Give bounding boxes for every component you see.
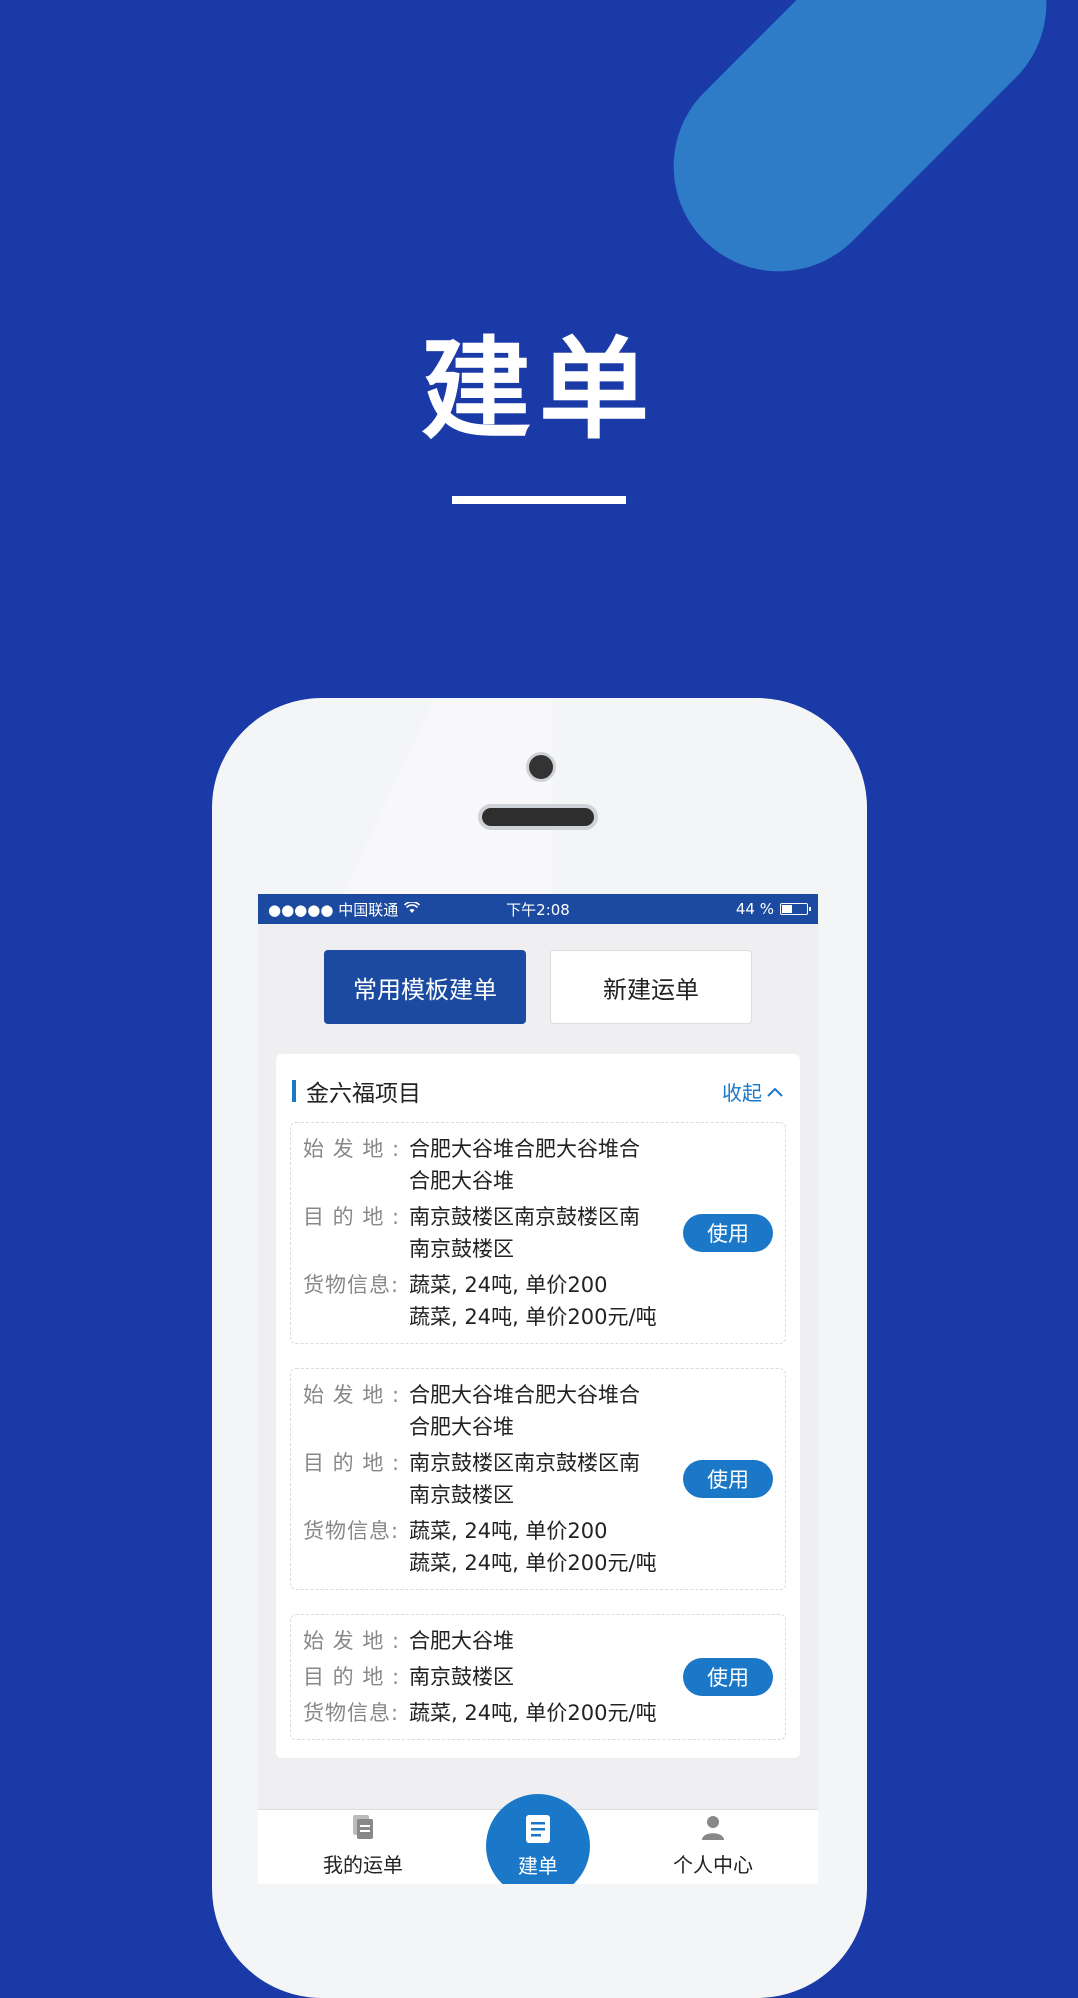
phone-speaker [478,804,598,830]
phone-camera [526,752,556,782]
project-title: 金六福项目 [306,1081,421,1107]
dest-value: 南京鼓楼区 [409,1665,514,1689]
goods-value: 蔬菜, 24吨, 单价200 蔬菜, 24吨, 单价200元/吨 [409,1519,657,1575]
title-accent-bar [292,1080,296,1102]
template-order-button[interactable]: 常用模板建单 [324,950,526,1024]
origin-value: 合肥大谷堆合肥大谷堆合 合肥大谷堆 [409,1137,640,1193]
dest-value: 南京鼓楼区南京鼓楼区南 南京鼓楼区 [409,1451,640,1507]
hero-title: 建单 [421,326,657,454]
origin-value: 合肥大谷堆 [409,1629,514,1653]
user-icon [658,1812,768,1847]
dest-label: 目 的 地 : [303,1205,401,1229]
use-button[interactable]: 使用 [683,1658,773,1696]
battery-percent: 44 % [735,900,774,918]
goods-label: 货物信息: [303,1273,400,1297]
app-screen: ●●●●● 中国联通 下午2:08 44 % 常用模板建单 新建运单 金六福项目… [258,894,818,1884]
dest-value: 南京鼓楼区南京鼓楼区南 南京鼓楼区 [409,1205,640,1261]
tab-bar: 我的运单 建单 个人中心 [258,1794,818,1884]
chevron-up-icon [766,1079,784,1103]
collapse-button[interactable]: 收起 [722,1077,784,1106]
goods-label: 货物信息: [303,1519,400,1543]
status-bar: ●●●●● 中国联通 下午2:08 44 % [258,894,818,924]
dest-label: 目 的 地 : [303,1665,401,1689]
origin-label: 始 发 地 : [303,1383,401,1407]
hero-underline [452,496,626,504]
origin-value: 合肥大谷堆合肥大谷堆合 合肥大谷堆 [409,1383,640,1439]
new-order-button[interactable]: 新建运单 [550,950,752,1024]
use-button[interactable]: 使用 [683,1460,773,1498]
goods-label: 货物信息: [303,1701,400,1725]
document-icon [308,1812,418,1847]
battery-icon [780,903,811,915]
tab-create-order[interactable]: 建单 [486,1794,590,1884]
list-document-icon [523,1813,553,1850]
wifi-icon [404,900,421,918]
collapse-label: 收起 [722,1080,762,1105]
template-item: 始 发 地 : 合肥大谷堆合肥大谷堆合 合肥大谷堆 目 的 地 : 南京鼓楼区南京鼓… [290,1368,786,1590]
use-button[interactable]: 使用 [683,1214,773,1252]
origin-label: 始 发 地 : [303,1629,401,1653]
tab-create-label: 建单 [518,1854,558,1878]
origin-label: 始 发 地 : [303,1137,401,1161]
goods-value: 蔬菜, 24吨, 单价200 蔬菜, 24吨, 单价200元/吨 [409,1273,657,1329]
tab-profile-label: 个人中心 [673,1853,753,1877]
tab-my-orders-label: 我的运单 [323,1853,403,1877]
goods-value: 蔬菜, 24吨, 单价200元/吨 [409,1701,657,1725]
tab-my-orders[interactable]: 我的运单 [308,1812,418,1878]
phone-shine [292,698,552,898]
carrier-label: ●●●●● 中国联通 [268,900,399,919]
project-card: 金六福项目 收起 始 发 地 : 合肥大谷堆合肥大谷堆合 合肥大谷堆 目 的 地 … [276,1054,800,1758]
dest-label: 目 的 地 : [303,1451,401,1475]
tab-profile[interactable]: 个人中心 [658,1812,768,1878]
decorative-pill [630,0,1078,315]
template-item: 始 发 地 : 合肥大谷堆 目 的 地 : 南京鼓楼区 货物信息: 蔬菜, 24吨, … [290,1614,786,1740]
template-item: 始 发 地 : 合肥大谷堆合肥大谷堆合 合肥大谷堆 目 的 地 : 南京鼓楼区南京鼓… [290,1122,786,1344]
